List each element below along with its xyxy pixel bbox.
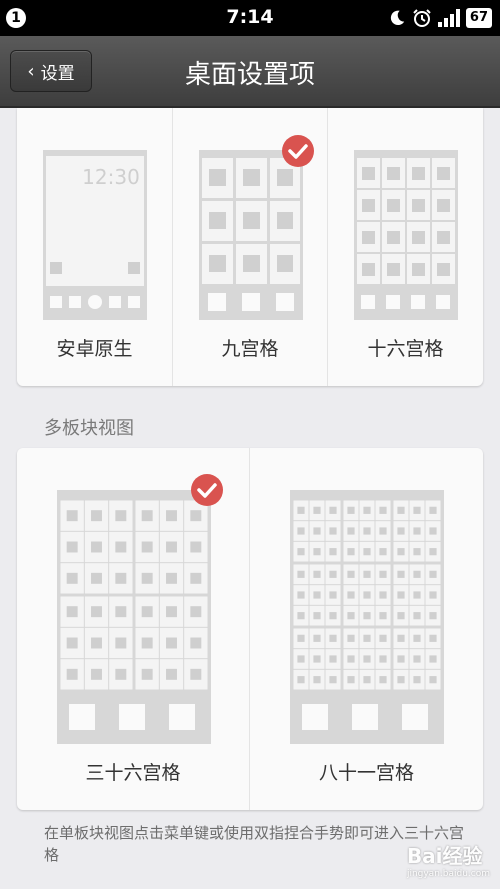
selected-check-icon [282,135,314,167]
layout-label-16-grid: 十六宫格 [367,338,444,360]
layout-label-9-grid: 九宫格 [221,338,279,360]
layout-label-android-native: 安卓原生 [56,338,133,360]
preview-clock: 12:30 [82,165,140,189]
single-layout-card: 12:30 安卓原生 九宫格 十六宫格 [17,108,483,386]
baidu-watermark: Bai经验 jingyan.baidu.com [407,840,490,879]
layout-label-81-grid: 八十一宫格 [318,762,414,784]
layout-label-36-grid: 三十六宫格 [85,762,181,784]
status-bar: 1 7:14 67 [0,0,500,36]
layout-option-16-grid[interactable]: 十六宫格 [328,108,483,386]
layout-option-81-grid[interactable]: 八十一宫格 [250,448,483,810]
layout-option-36-grid[interactable]: 三十六宫格 [17,448,249,810]
battery-icon: 67 [465,8,492,28]
footer-note: 在单板块视图点击菜单键或使用双指捏合手势即可进入三十六宫格 [44,824,465,864]
android-native-preview: 12:30 [43,150,147,320]
moon-icon [390,10,405,26]
multi-layout-card: 三十六宫格 八十一宫格 [17,448,483,810]
watermark-url: jingyan.baidu.com [406,869,490,879]
81-grid-preview [290,490,444,744]
title-bar: ‹ 设置 桌面设置项 [0,36,500,108]
signal-icon [437,9,460,27]
page-title: 桌面设置项 [184,60,315,90]
9-grid-preview [199,150,303,320]
16-grid-preview [354,150,458,320]
watermark-brand: Bai经验 [406,844,483,868]
alarm-icon [413,9,431,27]
layout-option-9-grid[interactable]: 九宫格 [173,108,327,386]
section-title-multi-view: 多板块视图 [44,418,134,439]
36-grid-preview [57,490,211,744]
selected-check-icon [191,474,223,506]
layout-option-android-native[interactable]: 12:30 安卓原生 [17,108,172,386]
